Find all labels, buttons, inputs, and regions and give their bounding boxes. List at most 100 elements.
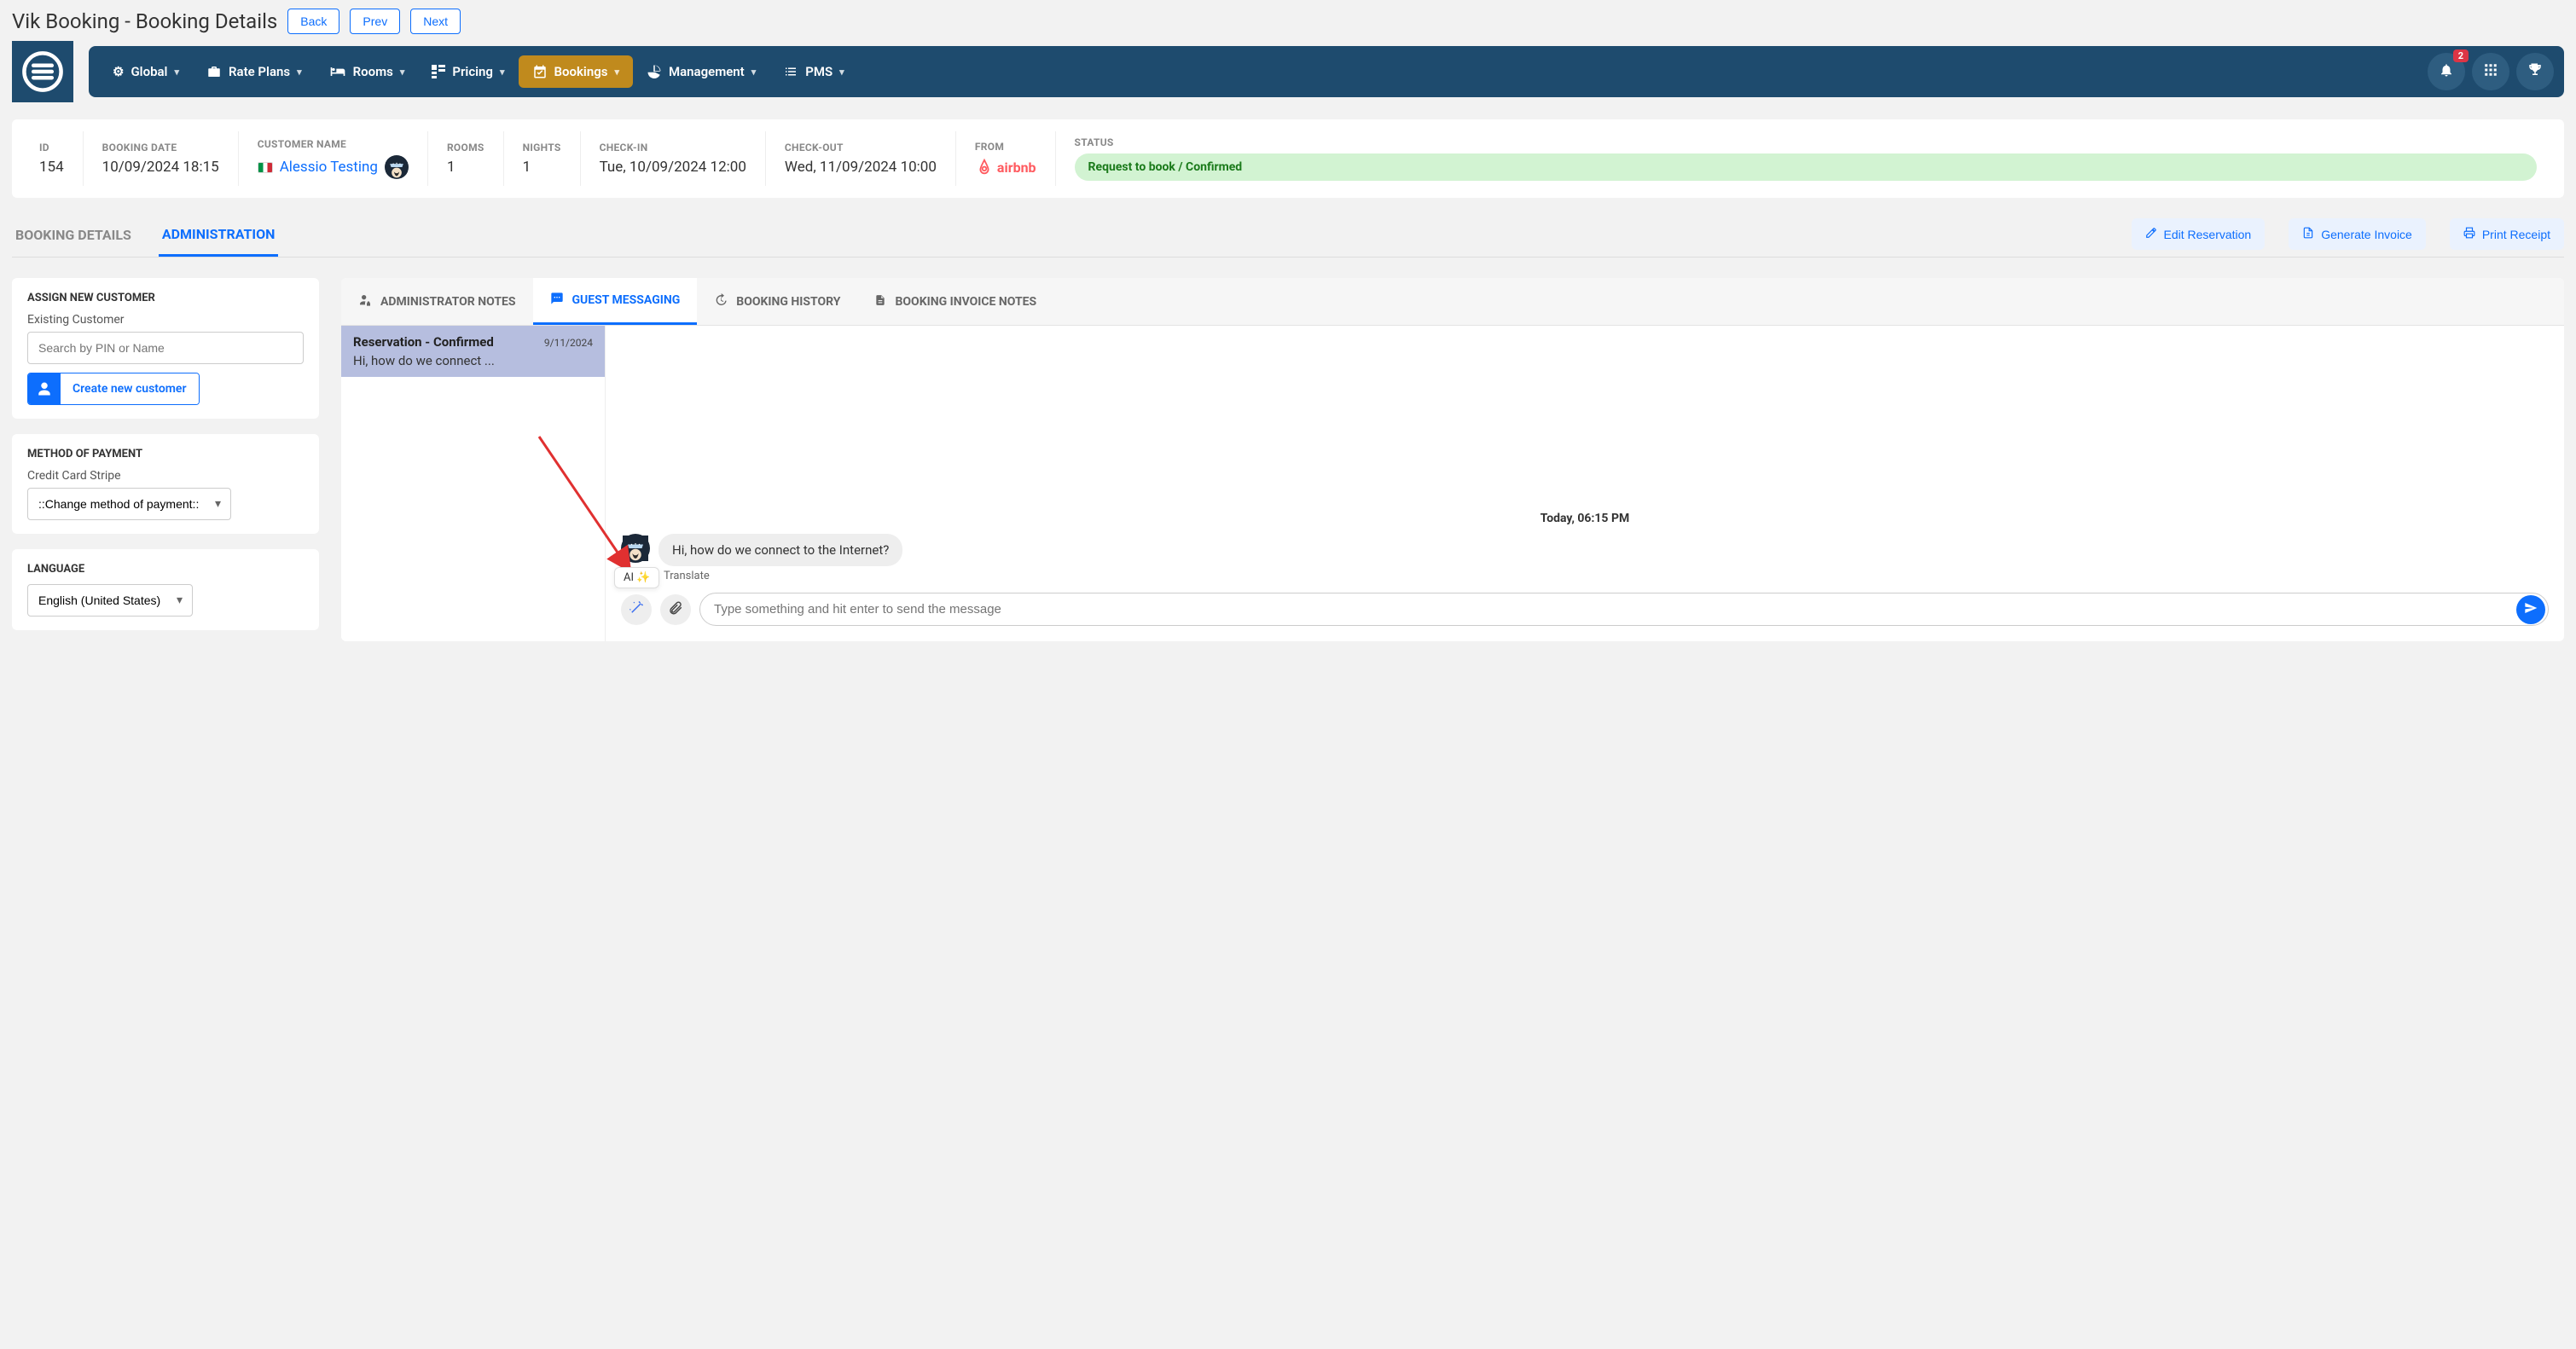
chat-icon	[550, 292, 564, 309]
tab-label: GUEST MESSAGING	[572, 293, 681, 307]
button-label: Generate Invoice	[2321, 228, 2412, 241]
payment-method-select[interactable]: ::Change method of payment::	[27, 488, 231, 520]
nav-pms[interactable]: PMS ▾	[769, 55, 857, 88]
nav-label: Rate Plans	[229, 64, 290, 79]
messaging-body: Reservation - Confirmed 9/11/2024 Hi, ho…	[341, 326, 2564, 641]
summary-customer: CUSTOMER NAME Alessio Testing	[239, 131, 428, 186]
existing-customer-label: Existing Customer	[27, 313, 304, 327]
next-button[interactable]: Next	[410, 9, 461, 34]
tab-label: BOOKING INVOICE NOTES	[895, 295, 1036, 309]
chevron-down-icon: ▾	[614, 67, 619, 78]
page-content: ID 154 BOOKING DATE 10/09/2024 18:15 CUS…	[0, 102, 2576, 658]
chat-bubble: Hi, how do we connect to the Internet?	[659, 534, 902, 566]
chevron-down-icon: ▾	[174, 67, 179, 78]
summary-booking-date: BOOKING DATE 10/09/2024 18:15	[84, 131, 239, 186]
tab-guest-messaging[interactable]: GUEST MESSAGING	[533, 278, 698, 325]
tab-booking-details[interactable]: BOOKING DETAILS	[12, 220, 135, 255]
chat-time-separator: Today, 06:15 PM	[621, 512, 2549, 525]
button-label: Edit Reservation	[2164, 228, 2252, 241]
panel-title: ASSIGN NEW CUSTOMER	[27, 292, 304, 304]
bell-icon	[2439, 62, 2454, 82]
attach-button[interactable]	[660, 594, 691, 625]
apps-grid-button[interactable]	[2472, 53, 2509, 90]
file-lines-icon	[874, 293, 886, 310]
summary-label: NIGHTS	[523, 142, 561, 153]
person-icon	[28, 373, 61, 404]
summary-value: 10/09/2024 18:15	[102, 159, 219, 176]
chevron-down-icon: ▾	[839, 67, 844, 78]
back-button[interactable]: Back	[287, 9, 339, 34]
tabs-row: BOOKING DETAILS ADMINISTRATION Edit Rese…	[12, 218, 2564, 258]
ai-magic-button[interactable]	[621, 594, 652, 625]
summary-value: 1	[523, 159, 561, 176]
thread-item[interactable]: Reservation - Confirmed 9/11/2024 Hi, ho…	[341, 326, 605, 377]
pencil-icon	[2145, 227, 2157, 241]
send-button[interactable]	[2516, 595, 2545, 624]
language-select[interactable]: English (United States)	[27, 584, 193, 617]
nav-rooms[interactable]: Rooms ▾	[316, 55, 419, 88]
print-receipt-button[interactable]: Print Receipt	[2450, 218, 2564, 250]
message-composer	[621, 593, 2549, 626]
translate-link[interactable]: Translate	[664, 570, 2549, 582]
summary-checkin: CHECK-IN Tue, 10/09/2024 12:00	[581, 131, 766, 186]
brand-logo[interactable]	[12, 41, 73, 102]
customer-name-link[interactable]: Alessio Testing	[280, 159, 378, 176]
chevron-down-icon: ▾	[297, 67, 302, 78]
chevron-down-icon: ▾	[400, 67, 405, 78]
edit-reservation-button[interactable]: Edit Reservation	[2132, 218, 2266, 250]
generate-invoice-button[interactable]: Generate Invoice	[2289, 218, 2426, 250]
main-nav: ⚙ Global ▾ Rate Plans ▾ Rooms ▾ Pricing …	[89, 46, 2564, 97]
chat-message-row: Hi, how do we connect to the Internet?	[621, 534, 2549, 566]
message-input[interactable]	[699, 593, 2549, 626]
grid-apps-icon	[2483, 62, 2498, 82]
button-label: Print Receipt	[2482, 228, 2550, 241]
send-icon	[2524, 601, 2538, 617]
button-label: Create new customer	[61, 373, 199, 404]
summary-label: STATUS	[1075, 136, 2537, 148]
thread-list: Reservation - Confirmed 9/11/2024 Hi, ho…	[341, 326, 606, 641]
panel-title: METHOD OF PAYMENT	[27, 448, 304, 460]
nav-label: Rooms	[353, 64, 393, 79]
file-icon	[2302, 227, 2314, 241]
airbnb-logo: airbnb	[975, 158, 1036, 177]
notifications-badge: 2	[2453, 49, 2469, 62]
nav-label: Management	[669, 64, 745, 79]
trophy-button[interactable]	[2516, 53, 2554, 90]
thread-date: 9/11/2024	[544, 337, 593, 349]
main-column: ADMINISTRATOR NOTES GUEST MESSAGING BOOK…	[341, 278, 2564, 641]
nav-label: Pricing	[452, 64, 493, 79]
tab-invoice-notes[interactable]: BOOKING INVOICE NOTES	[857, 278, 1053, 325]
summary-rooms: ROOMS 1	[428, 131, 504, 186]
summary-value: Tue, 10/09/2024 12:00	[600, 159, 746, 176]
summary-value: Wed, 11/09/2024 10:00	[785, 159, 937, 176]
calendar-check-icon	[532, 64, 548, 79]
bed-icon	[329, 65, 346, 78]
inner-tabs: ADMINISTRATOR NOTES GUEST MESSAGING BOOK…	[341, 278, 2564, 326]
booking-summary-card: ID 154 BOOKING DATE 10/09/2024 18:15 CUS…	[12, 119, 2564, 198]
prev-button[interactable]: Prev	[350, 9, 400, 34]
paperclip-icon	[668, 600, 683, 619]
search-customer-input[interactable]	[27, 332, 304, 364]
create-customer-button[interactable]: Create new customer	[27, 373, 200, 405]
summary-label: BOOKING DATE	[102, 142, 219, 153]
chat-area: Today, 06:15 PM Hi, how do we connect to…	[606, 326, 2564, 641]
nav-bookings[interactable]: Bookings ▾	[519, 55, 633, 88]
tab-booking-history[interactable]: BOOKING HISTORY	[697, 278, 857, 325]
channel-name: airbnb	[997, 159, 1036, 176]
nav-rate-plans[interactable]: Rate Plans ▾	[193, 55, 316, 88]
nav-pricing[interactable]: Pricing ▾	[418, 55, 518, 88]
tab-administration[interactable]: ADMINISTRATION	[159, 219, 279, 257]
nav-label: PMS	[805, 64, 833, 79]
chevron-down-icon: ▾	[751, 67, 757, 78]
trophy-icon	[2527, 62, 2543, 82]
language-panel: LANGUAGE English (United States)	[12, 549, 319, 630]
notifications-button[interactable]: 2	[2428, 53, 2465, 90]
summary-value: 1	[447, 159, 484, 176]
guest-avatar-icon	[621, 534, 650, 563]
tab-admin-notes[interactable]: ADMINISTRATOR NOTES	[341, 278, 533, 325]
grid-icon	[432, 65, 445, 78]
nav-management[interactable]: Management ▾	[633, 55, 769, 88]
nav-global[interactable]: ⚙ Global ▾	[99, 55, 193, 88]
nav-label: Global	[131, 64, 167, 79]
chevron-down-icon: ▾	[500, 67, 505, 78]
